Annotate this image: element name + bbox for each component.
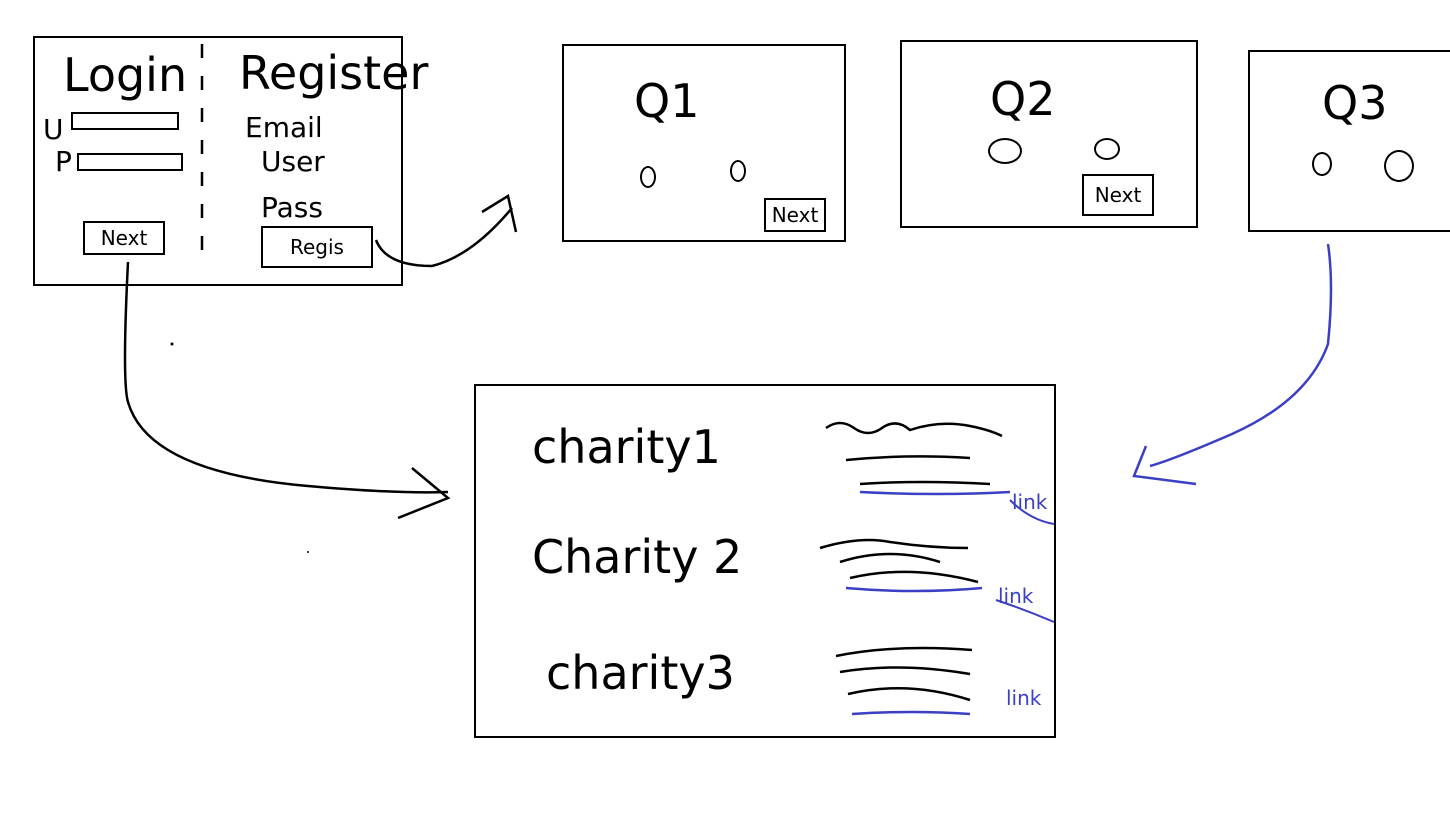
q3-to-charity-arrow: [1149, 243, 1333, 468]
question-1-screen: Q1 Next: [562, 44, 846, 242]
username-input[interactable]: [71, 112, 179, 130]
pass-field-label: Pass: [261, 191, 323, 224]
question-2-option-a[interactable]: [988, 138, 1022, 164]
question-3-title: Q3: [1322, 76, 1388, 130]
question-1-option-a[interactable]: [640, 166, 656, 188]
charity-1-name: charity1: [532, 420, 721, 474]
charity-2-link[interactable]: link: [998, 584, 1033, 608]
question-1-next-button[interactable]: Next: [764, 198, 826, 232]
question-3-screen: Q3: [1248, 50, 1450, 232]
question-1-title: Q1: [634, 74, 700, 128]
user-label: U: [43, 113, 64, 146]
email-label: Email: [245, 111, 323, 144]
user-field-label: User: [261, 145, 325, 178]
question-2-screen: Q2 Next: [900, 40, 1198, 228]
charity-3-name: charity3: [546, 646, 735, 700]
charity-3-link[interactable]: link: [1006, 686, 1041, 710]
login-to-charity-arrow: [123, 261, 449, 494]
question-2-next-button[interactable]: Next: [1082, 174, 1154, 216]
pass-label: P: [55, 145, 72, 178]
question-3-option-b[interactable]: [1384, 150, 1414, 182]
register-button[interactable]: Regis: [261, 226, 373, 268]
login-title: Login: [63, 48, 188, 102]
password-input[interactable]: [77, 153, 183, 171]
question-2-title: Q2: [990, 72, 1056, 126]
login-next-button[interactable]: Next: [83, 221, 165, 255]
question-2-option-b[interactable]: [1094, 138, 1120, 160]
charity-2-name: Charity 2: [532, 530, 743, 584]
charity-list-screen: charity1 Charity 2 charity3 link link li…: [474, 384, 1056, 738]
question-3-option-a[interactable]: [1312, 152, 1332, 176]
question-1-option-b[interactable]: [730, 160, 746, 182]
charity-1-link[interactable]: link: [1012, 490, 1047, 514]
login-register-panel: Login U P Next Register Email User Pass …: [33, 36, 428, 286]
register-title: Register: [239, 46, 429, 100]
